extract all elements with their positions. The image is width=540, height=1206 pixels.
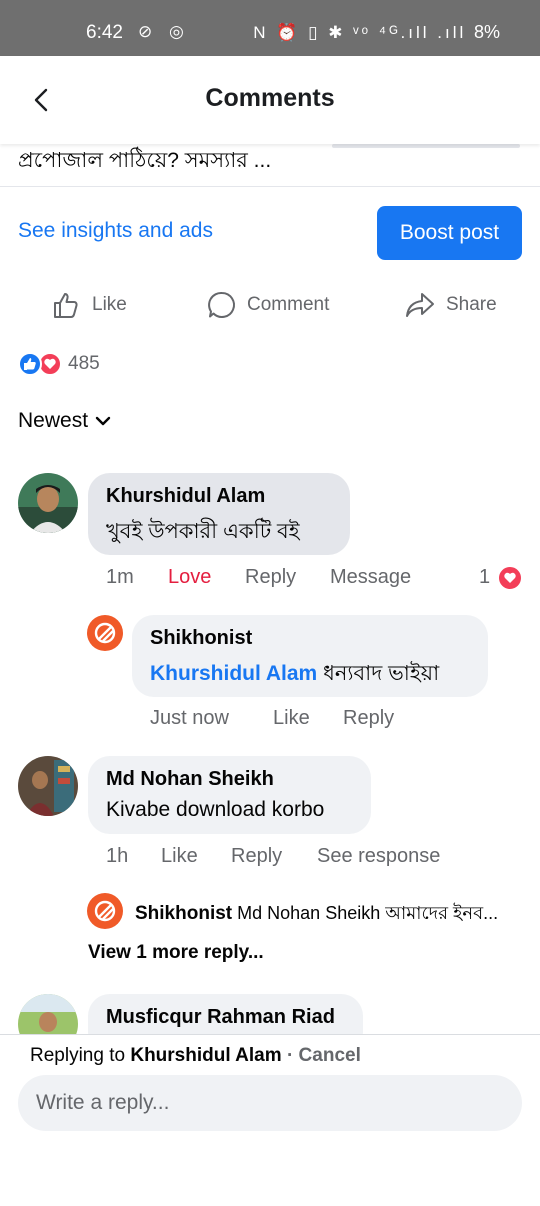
view-more-replies-link[interactable]: View 1 more reply... — [88, 942, 264, 964]
mention-link[interactable]: Khurshidul Alam — [150, 662, 317, 685]
chevron-down-icon — [95, 416, 111, 426]
boost-post-button[interactable]: Boost post — [377, 206, 522, 260]
separator: · — [286, 1045, 294, 1066]
cancel-reply-button[interactable]: Cancel — [299, 1045, 361, 1066]
replying-to-bar: Replying to Khurshidul Alam · Cancel — [30, 1045, 361, 1067]
divider — [0, 186, 540, 187]
header: Comments — [0, 56, 540, 144]
love-reaction-button[interactable]: Love — [168, 566, 211, 589]
comment-author[interactable]: Musficqur Rahman Riad — [106, 1006, 335, 1029]
comment-text: খুবই উপকারী একটি বই — [106, 520, 300, 543]
comment-label: Comment — [247, 294, 330, 315]
comment-text: Kivabe download korbo — [106, 798, 325, 821]
shikhonist-logo-icon — [94, 622, 116, 644]
sort-dropdown[interactable]: Newest — [18, 409, 112, 433]
shikhonist-logo-icon — [94, 900, 116, 922]
reply-button[interactable]: Reply — [245, 566, 296, 589]
thumbs-up-icon — [54, 293, 78, 318]
battery-level: 8% — [473, 22, 500, 42]
share-label: Share — [446, 294, 497, 315]
post-text-snippet[interactable]: প্রপোজাল পাঠিয়ে? সমস্যার ... — [18, 144, 271, 179]
notification-icons: ⊘ ◎ — [138, 22, 190, 41]
comment-button[interactable]: Comment — [207, 288, 329, 322]
see-response-button[interactable]: See response — [317, 845, 440, 868]
replying-to-name: Khurshidul Alam — [130, 1045, 282, 1066]
reply-button[interactable]: Reply — [343, 707, 394, 730]
sort-label: Newest — [18, 409, 89, 432]
collapsed-reply[interactable]: Shikhonist Md Nohan Sheikh আমাদের ইনব... — [135, 899, 525, 930]
comment-author[interactable]: Md Nohan Sheikh — [106, 768, 274, 791]
reply-timestamp: Just now — [150, 707, 229, 729]
reply-author[interactable]: Shikhonist — [150, 627, 252, 650]
divider — [332, 144, 520, 148]
like-button[interactable]: Like — [161, 845, 198, 868]
comment-timestamp: 1m — [106, 566, 134, 588]
avatar[interactable] — [18, 756, 78, 816]
love-reaction-icon — [497, 565, 523, 591]
comment-timestamp: 1h — [106, 845, 129, 867]
avatar[interactable] — [18, 473, 78, 533]
reply-bubble[interactable]: Shikhonist Khurshidul Alam ধন্যবাদ ভাইয়… — [132, 615, 488, 697]
page-avatar[interactable] — [87, 893, 123, 929]
share-button[interactable]: Share — [404, 288, 497, 322]
reply-body: ধন্যবাদ ভাইয়া — [323, 662, 440, 685]
user-photo — [18, 473, 78, 533]
user-photo — [18, 756, 78, 816]
message-button[interactable]: Message — [330, 566, 411, 589]
comment-author[interactable]: Khurshidul Alam — [106, 485, 265, 508]
page-avatar[interactable] — [87, 615, 123, 651]
like-button[interactable]: Like — [273, 707, 310, 730]
share-arrow-icon — [406, 293, 434, 317]
reply-text: Khurshidul Alam ধন্যবাদ ভাইয়া — [150, 657, 439, 692]
status-icons: N ⏰ ▯ ✱ ᵛᵒ ⁴ᴳ.ıll .ıll 8% — [253, 22, 500, 43]
comment-bubble-icon — [208, 291, 235, 318]
replying-prefix: Replying to — [30, 1045, 126, 1066]
reaction-count: 485 — [68, 353, 100, 374]
reply-button[interactable]: Reply — [231, 845, 282, 868]
like-label: Like — [92, 294, 127, 315]
comment-reaction-count[interactable]: 1 — [479, 566, 490, 589]
reaction-summary[interactable]: 485 — [18, 352, 100, 376]
status-bar: 6:42 ⊘ ◎ N ⏰ ▯ ✱ ᵛᵒ ⁴ᴳ.ıll .ıll 8% — [0, 0, 540, 56]
reply-author[interactable]: Shikhonist — [135, 903, 232, 924]
like-reaction-icon — [18, 352, 42, 376]
reply-input[interactable] — [18, 1075, 522, 1131]
reply-composer: Replying to Khurshidul Alam · Cancel — [0, 1034, 540, 1206]
see-insights-link[interactable]: See insights and ads — [18, 219, 213, 243]
comment-bubble[interactable]: Md Nohan Sheikh Kivabe download korbo — [88, 756, 371, 834]
page-title: Comments — [205, 84, 335, 112]
comment-bubble[interactable]: Khurshidul Alam খুবই উপকারী একটি বই — [88, 473, 350, 555]
system-icons: N ⏰ ▯ ✱ ᵛᵒ ⁴ᴳ.ıll .ıll — [253, 23, 467, 42]
reply-text: Md Nohan Sheikh আমাদের ইনব... — [237, 903, 499, 923]
status-time: 6:42 — [86, 22, 123, 43]
like-button[interactable]: Like — [52, 288, 127, 322]
